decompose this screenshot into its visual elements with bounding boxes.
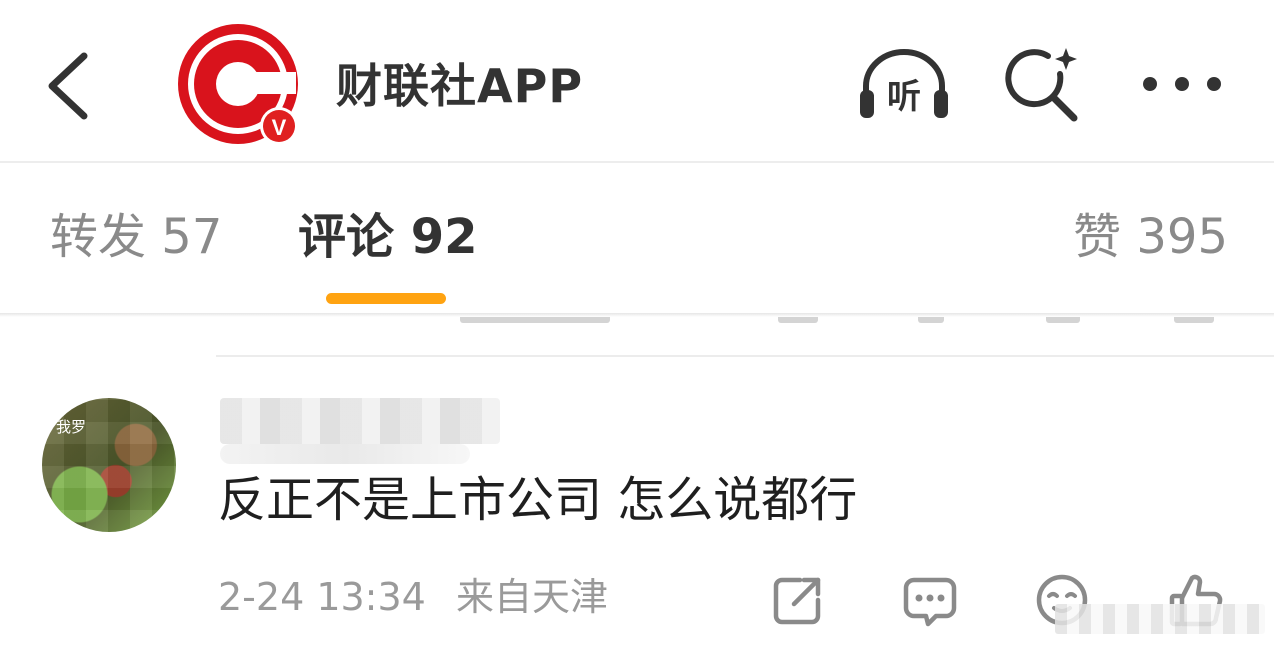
tab-likes-label: 赞 xyxy=(1073,209,1122,265)
previous-meta-fragment xyxy=(460,317,610,323)
previous-react-icon-fragment xyxy=(1046,317,1080,323)
tab-repost-count: 57 xyxy=(161,209,223,265)
tab-comments[interactable]: 评论 92 xyxy=(298,207,478,267)
search-button[interactable] xyxy=(1004,44,1082,124)
tab-likes-count: 395 xyxy=(1136,209,1228,265)
reply-icon xyxy=(903,577,957,627)
listen-button[interactable]: 听 xyxy=(856,46,952,122)
comment-divider xyxy=(216,355,1274,357)
back-arrow-icon xyxy=(48,52,88,120)
listen-headphones-icon: 听 xyxy=(860,49,948,118)
comment-meta: 2-24 13:34 来自天津 xyxy=(218,572,608,622)
tab-bar: 转发 57 评论 92 赞 395 xyxy=(0,163,1274,313)
more-button[interactable] xyxy=(1140,66,1224,102)
comment-time: 2-24 13:34 xyxy=(218,575,426,619)
tab-repost-label: 转发 xyxy=(50,209,147,265)
comment-text[interactable]: 反正不是上市公司 怎么说都行 xyxy=(218,470,857,530)
commenter-avatar[interactable]: 我罗 xyxy=(42,398,176,532)
tab-comments-label: 评论 xyxy=(298,209,395,265)
verified-badge-text: V xyxy=(272,115,287,140)
previous-reply-icon-fragment xyxy=(918,317,944,323)
share-icon xyxy=(773,577,821,625)
cls-logo-icon: V xyxy=(178,24,298,145)
tab-comments-count: 92 xyxy=(410,209,478,265)
commenter-name-redacted[interactable] xyxy=(220,398,500,444)
reply-button[interactable] xyxy=(902,572,958,628)
share-button[interactable] xyxy=(770,572,826,628)
ai-search-icon xyxy=(1005,48,1078,122)
app-logo-avatar[interactable]: V xyxy=(176,22,300,146)
tab-repost[interactable]: 转发 57 xyxy=(50,207,222,267)
top-bar: V 财联社APP 听 xyxy=(0,0,1274,162)
previous-comment-fragment xyxy=(0,317,1274,329)
comment-location: 来自天津 xyxy=(455,575,608,619)
active-tab-indicator xyxy=(326,293,446,304)
watermark-redacted xyxy=(1055,604,1265,634)
back-button[interactable] xyxy=(40,46,100,126)
previous-share-icon-fragment xyxy=(778,317,818,323)
avatar-tag-text: 我罗 xyxy=(56,418,87,436)
previous-like-icon-fragment xyxy=(1174,317,1214,323)
account-name[interactable]: 财联社APP xyxy=(336,56,583,116)
listen-glyph: 听 xyxy=(887,77,921,117)
commenter-name-redacted-tail xyxy=(220,444,470,464)
tab-likes[interactable]: 赞 395 xyxy=(1073,207,1228,267)
more-dots-icon xyxy=(1143,77,1221,91)
